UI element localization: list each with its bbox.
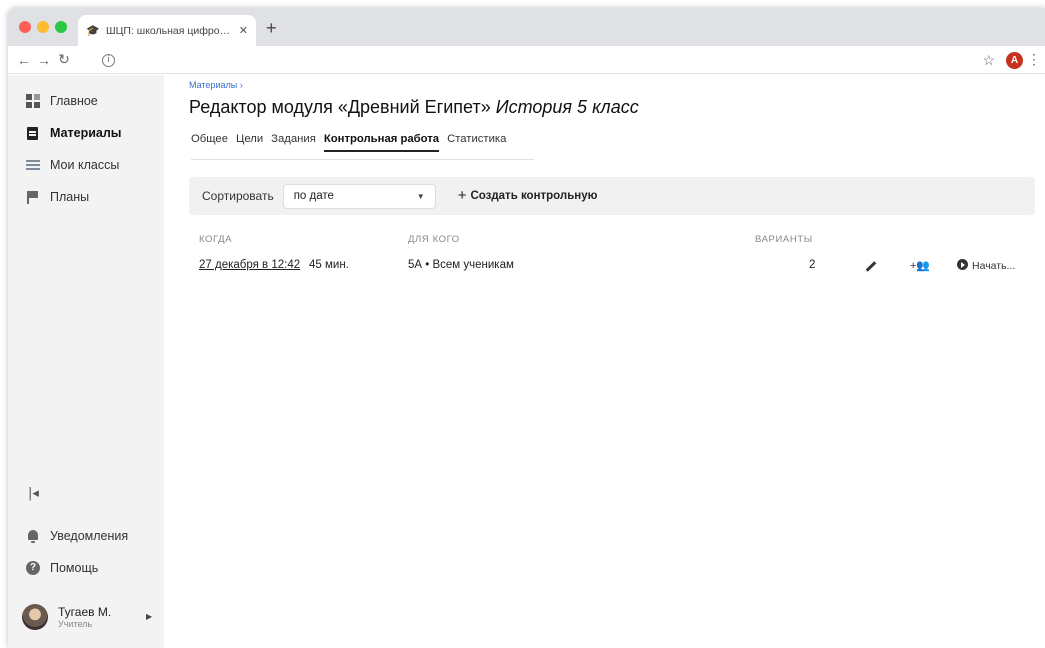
breadcrumb[interactable]: Материалы › xyxy=(189,80,243,90)
tab-assignments[interactable]: Задания xyxy=(271,133,316,152)
column-header-for-whom: ДЛЯ КОГО xyxy=(408,234,460,245)
sidebar-item-label: Мои классы xyxy=(50,158,120,172)
tab-general[interactable]: Общее xyxy=(191,133,228,152)
start-label: Начать... xyxy=(972,260,1016,272)
grid-icon xyxy=(26,94,40,108)
sidebar-item-classes[interactable]: Мои классы xyxy=(26,158,119,172)
favicon-icon: 🎓 xyxy=(86,24,100,37)
browser-menu-icon[interactable]: ⋮ xyxy=(1027,51,1041,68)
start-button[interactable]: Начать... xyxy=(957,259,1015,272)
column-header-when: КОГДА xyxy=(199,234,233,245)
tab-statistics[interactable]: Статистика xyxy=(447,133,506,152)
site-info-icon[interactable]: i xyxy=(102,53,115,67)
forward-arrow-icon[interactable]: → xyxy=(34,52,54,68)
dropdown-caret-icon: ▼ xyxy=(416,191,425,201)
test-date-link[interactable]: 27 декабря в 12:42 xyxy=(199,259,300,271)
close-window-button[interactable] xyxy=(19,21,31,33)
sort-label: Сортировать xyxy=(202,189,274,203)
filter-bar: Сортировать по дате ▼ + Создать контроль… xyxy=(189,177,1035,215)
sidebar-item-materials[interactable]: Материалы xyxy=(26,126,121,140)
sidebar-item-label: Материалы xyxy=(50,126,122,140)
test-audience: 5А • Всем ученикам xyxy=(408,259,514,271)
tab-strip: 🎓 ШЦП: школьная цифровая пл ✕ + xyxy=(8,8,1045,46)
flag-icon xyxy=(26,190,40,204)
maximize-window-button[interactable] xyxy=(55,21,67,33)
sidebar-item-help[interactable]: ? Помощь xyxy=(26,561,98,575)
app: Главное Материалы Мои классы Планы |◂ Ув… xyxy=(8,75,1045,648)
column-header-variants: ВАРИАНТЫ xyxy=(755,234,813,245)
bookmark-star-icon[interactable]: ☆ xyxy=(982,52,995,68)
sort-select[interactable]: по дате ▼ xyxy=(282,183,436,209)
variants-count: 2 xyxy=(809,259,816,271)
browser-toolbar: ← → ↻ i ☆ A ⋮ xyxy=(8,46,1045,74)
collapse-sidebar-icon[interactable]: |◂ xyxy=(28,486,39,501)
tab-title: ШЦП: школьная цифровая пл xyxy=(106,24,233,37)
sidebar-item-home[interactable]: Главное xyxy=(26,94,98,108)
new-tab-button[interactable]: + xyxy=(266,19,277,37)
sidebar-item-label: Уведомления xyxy=(50,529,129,543)
add-students-icon[interactable]: +👥 xyxy=(910,259,930,272)
sort-value: по дате xyxy=(293,190,334,202)
play-icon xyxy=(957,259,968,270)
test-duration: 45 мин. xyxy=(309,259,349,271)
minimize-window-button[interactable] xyxy=(37,21,49,33)
reload-icon[interactable]: ↻ xyxy=(54,51,74,68)
tab-close-icon[interactable]: ✕ xyxy=(239,24,248,37)
user-role: Учитель xyxy=(58,618,93,629)
back-arrow-icon[interactable]: ← xyxy=(14,52,34,68)
user-name: Тугаев М. xyxy=(58,604,112,619)
address-bar[interactable]: i xyxy=(96,50,976,70)
user-profile[interactable]: Тугаев М. Учитель xyxy=(22,604,111,630)
tab-test[interactable]: Контрольная работа xyxy=(323,133,440,152)
help-icon: ? xyxy=(26,561,40,575)
create-test-label: Создать контрольную xyxy=(470,190,598,202)
sidebar: Главное Материалы Мои классы Планы |◂ Ув… xyxy=(8,75,164,648)
avatar xyxy=(22,604,48,630)
module-tabs: Общее Цели Задания Контрольная работа Ст… xyxy=(191,133,514,152)
chevron-right-icon[interactable]: ▶ xyxy=(146,612,152,621)
module-title: Редактор модуля «Древний Египет» xyxy=(189,97,491,117)
page-title: Редактор модуля «Древний Египет» История… xyxy=(189,97,639,118)
profile-avatar[interactable]: A xyxy=(1006,52,1023,69)
sidebar-item-label: Планы xyxy=(50,190,90,204)
create-test-button[interactable]: + Создать контрольную xyxy=(457,187,598,204)
browser-window: 🎓 ШЦП: школьная цифровая пл ✕ + ← → ↻ i … xyxy=(8,8,1045,648)
tabs-divider xyxy=(191,159,534,160)
bell-icon xyxy=(26,529,40,543)
table-icon xyxy=(26,158,40,172)
browser-tab[interactable]: 🎓 ШЦП: школьная цифровая пл ✕ xyxy=(78,15,256,46)
module-subject: История 5 класс xyxy=(495,97,639,117)
sidebar-item-label: Главное xyxy=(50,94,98,108)
sidebar-item-plans[interactable]: Планы xyxy=(26,190,89,204)
clipboard-icon xyxy=(26,126,40,140)
tab-goals[interactable]: Цели xyxy=(236,133,263,152)
sidebar-item-notifications[interactable]: Уведомления xyxy=(26,529,128,543)
main-content: Материалы › Редактор модуля «Древний Еги… xyxy=(164,75,1045,648)
edit-pencil-icon[interactable] xyxy=(865,261,877,272)
sidebar-item-label: Помощь xyxy=(50,561,99,575)
plus-icon: + xyxy=(457,187,467,204)
